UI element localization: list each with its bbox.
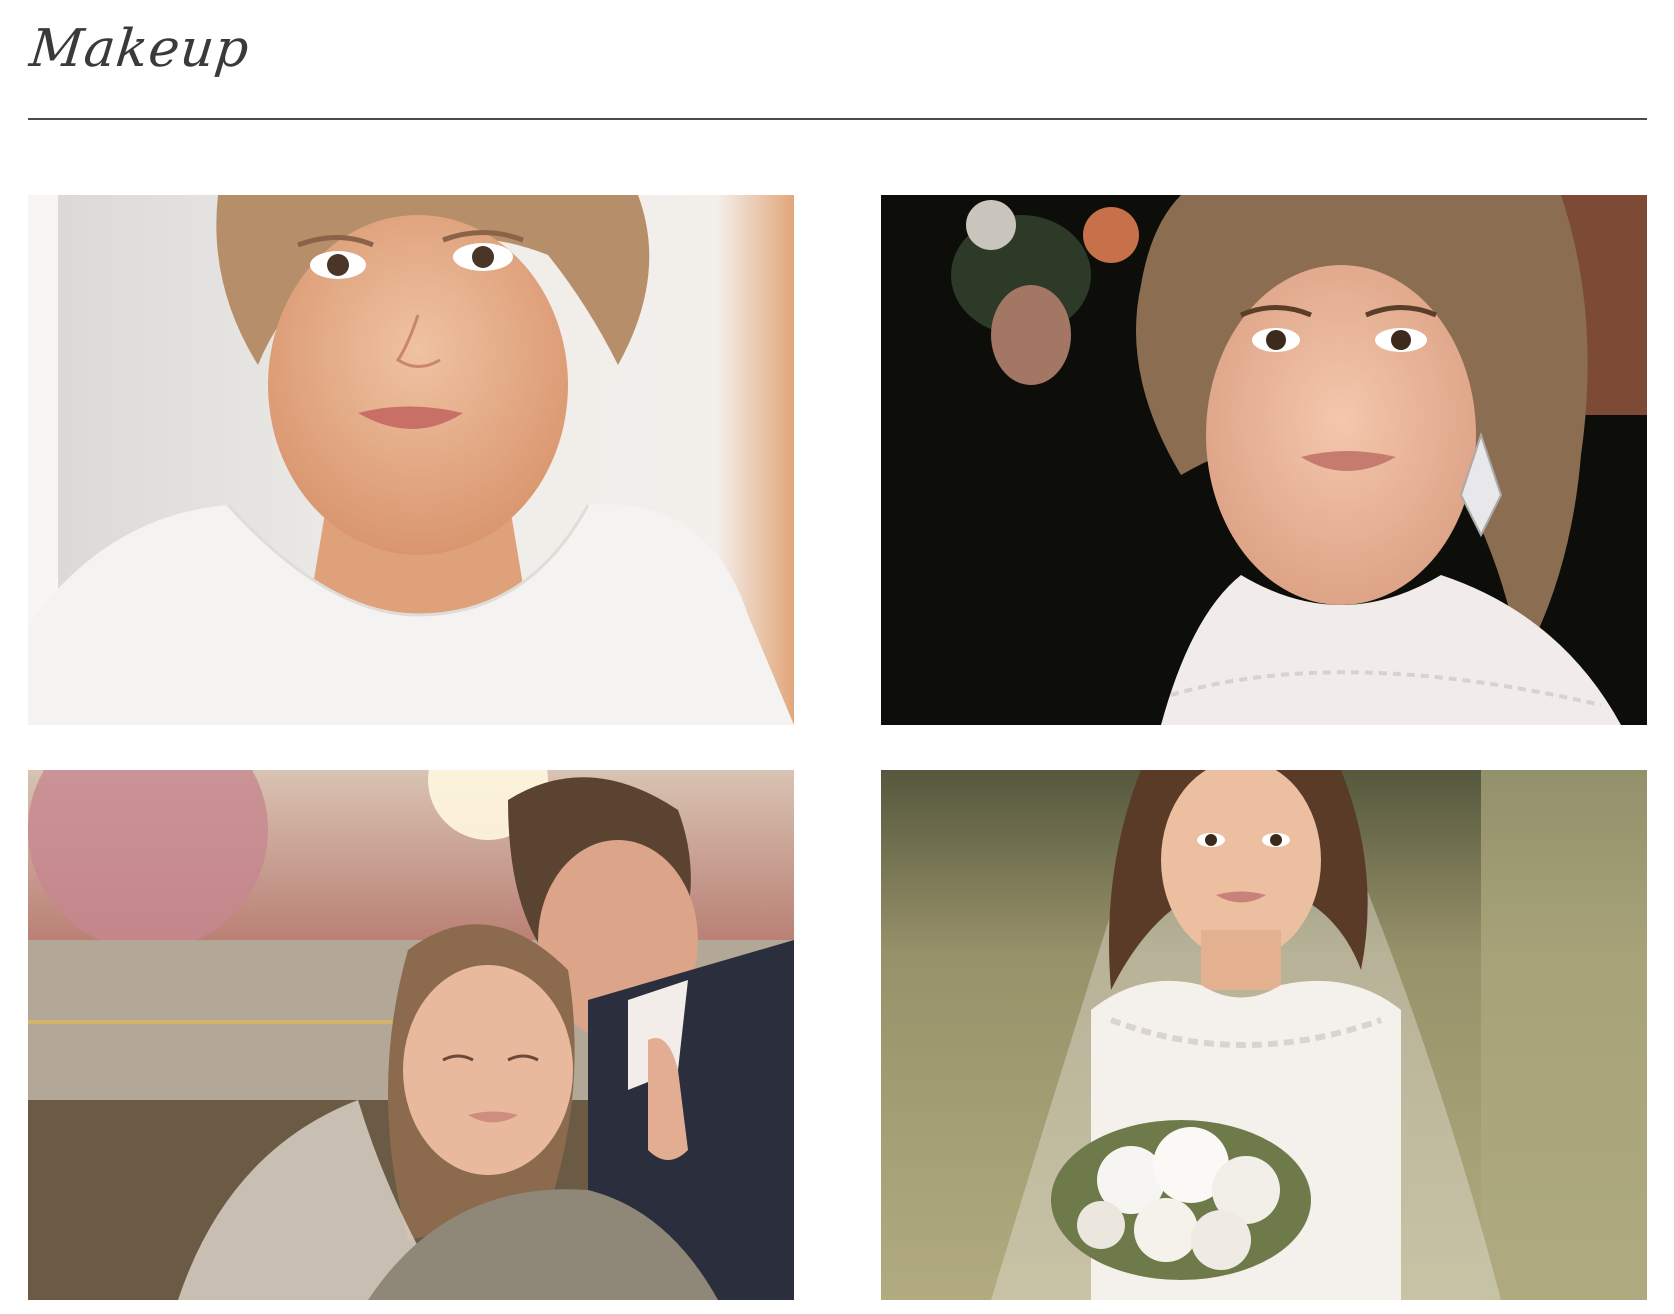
bride-curly-hair-earring-image	[881, 195, 1647, 725]
gallery-photo-1[interactable]	[28, 195, 794, 725]
bride-portrait-white-dress-image	[28, 195, 794, 725]
bride-veil-bouquet-image	[881, 770, 1647, 1300]
gallery-photo-4[interactable]	[881, 770, 1647, 1300]
page-title: Makeup	[26, 19, 253, 79]
couple-embrace-sunset-image	[28, 770, 794, 1300]
title-divider	[28, 118, 1647, 120]
photo-gallery	[28, 195, 1647, 1300]
gallery-photo-2[interactable]	[881, 195, 1647, 725]
gallery-photo-3[interactable]	[28, 770, 794, 1300]
